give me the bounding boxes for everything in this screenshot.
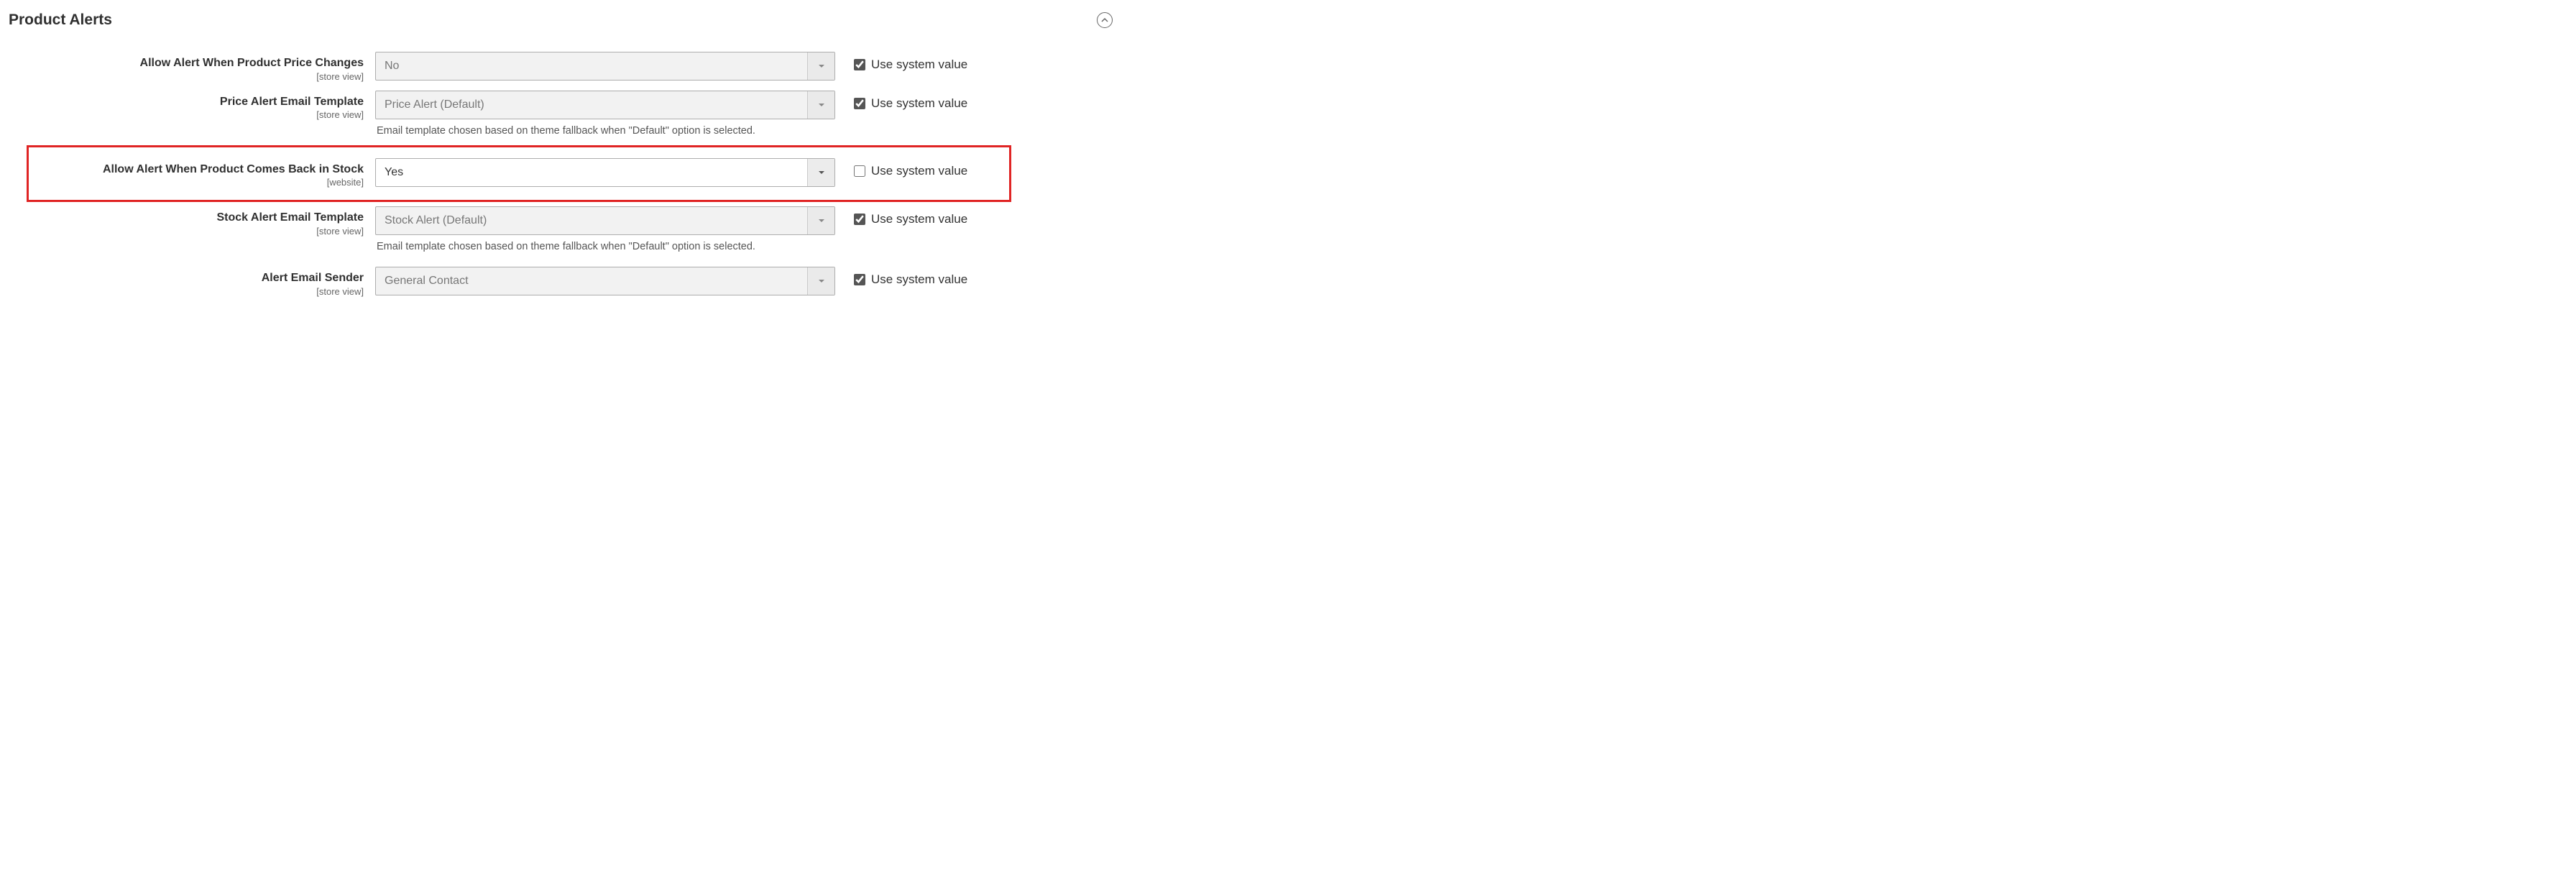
field-label: Allow Alert When Product Price Changes: [37, 56, 364, 71]
chevron-down-icon: [807, 91, 834, 119]
field-scope: [store view]: [37, 71, 364, 83]
select-value: General Contact: [376, 267, 807, 295]
select-price-template[interactable]: Price Alert (Default): [375, 91, 835, 119]
use-system-value[interactable]: Use system value: [835, 267, 967, 287]
use-system-value[interactable]: Use system value: [835, 158, 967, 178]
field-label: Allow Alert When Product Comes Back in S…: [37, 162, 364, 178]
use-system-value-label: Use system value: [871, 212, 967, 226]
use-system-value-checkbox[interactable]: [854, 59, 865, 70]
use-system-value-checkbox[interactable]: [854, 274, 865, 285]
field-label-col: Allow Alert When Product Price Changes […: [37, 52, 375, 83]
select-value: Stock Alert (Default): [376, 207, 807, 234]
use-system-value[interactable]: Use system value: [835, 52, 967, 72]
field-row-price-template: Price Alert Email Template [store view] …: [9, 83, 1113, 144]
use-system-value-label: Use system value: [871, 164, 967, 178]
use-system-value-label: Use system value: [871, 96, 967, 111]
field-row-back-in-stock: Allow Alert When Product Comes Back in S…: [9, 144, 1113, 204]
use-system-value-label: Use system value: [871, 58, 967, 72]
use-system-value-checkbox[interactable]: [854, 214, 865, 225]
field-label-col: Price Alert Email Template [store view]: [37, 91, 375, 122]
field-label-col: Alert Email Sender [store view]: [37, 267, 375, 298]
field-control-col: General Contact: [375, 267, 835, 295]
field-row-sender: Alert Email Sender [store view] General …: [9, 260, 1113, 298]
section-header: Product Alerts: [9, 7, 1113, 45]
help-note: Email template chosen based on theme fal…: [375, 119, 835, 144]
field-control-col: Price Alert (Default) Email template cho…: [375, 91, 835, 144]
select-value: Yes: [376, 159, 807, 186]
select-value: No: [376, 52, 807, 80]
field-control-col: No: [375, 52, 835, 81]
field-label-col: Allow Alert When Product Comes Back in S…: [37, 158, 375, 190]
chevron-down-icon: [807, 159, 834, 186]
use-system-value-checkbox[interactable]: [854, 98, 865, 109]
collapse-icon[interactable]: [1097, 12, 1113, 28]
select-value: Price Alert (Default): [376, 91, 807, 119]
field-label: Stock Alert Email Template: [37, 211, 364, 226]
field-label: Alert Email Sender: [37, 271, 364, 286]
chevron-down-icon: [807, 207, 834, 234]
field-label: Price Alert Email Template: [37, 95, 364, 110]
field-scope: [store view]: [37, 286, 364, 298]
use-system-value-checkbox[interactable]: [854, 165, 865, 177]
use-system-value-label: Use system value: [871, 272, 967, 287]
section-title: Product Alerts: [9, 12, 112, 29]
field-control-col: Stock Alert (Default) Email template cho…: [375, 206, 835, 260]
select-price-change[interactable]: No: [375, 52, 835, 81]
field-control-col: Yes: [375, 158, 835, 187]
field-scope: [store view]: [37, 109, 364, 121]
use-system-value[interactable]: Use system value: [835, 91, 967, 111]
field-scope: [store view]: [37, 226, 364, 238]
chevron-down-icon: [807, 267, 834, 295]
select-sender[interactable]: General Contact: [375, 267, 835, 295]
help-note: Email template chosen based on theme fal…: [375, 235, 835, 260]
use-system-value[interactable]: Use system value: [835, 206, 967, 226]
fields-area: Allow Alert When Product Price Changes […: [9, 45, 1113, 298]
field-row-price-change: Allow Alert When Product Price Changes […: [9, 45, 1113, 83]
chevron-down-icon: [807, 52, 834, 80]
field-label-col: Stock Alert Email Template [store view]: [37, 206, 375, 238]
field-scope: [website]: [37, 177, 364, 189]
field-row-stock-template: Stock Alert Email Template [store view] …: [9, 203, 1113, 260]
select-back-in-stock[interactable]: Yes: [375, 158, 835, 187]
select-stock-template[interactable]: Stock Alert (Default): [375, 206, 835, 235]
